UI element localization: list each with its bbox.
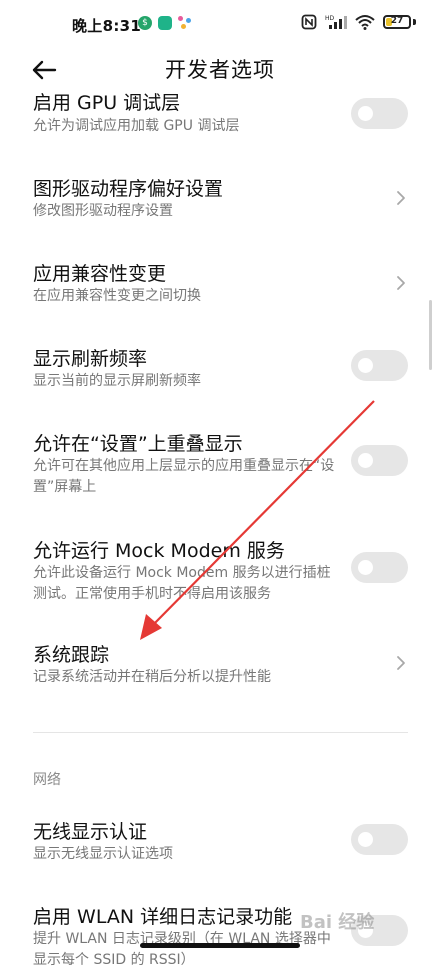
toggle-knob — [358, 453, 373, 468]
home-indicator[interactable] — [140, 943, 300, 948]
setting-title: 系统跟踪 — [33, 644, 110, 666]
battery-icon: 27 — [383, 15, 411, 29]
setting-title: 显示刷新频率 — [33, 348, 148, 370]
status-bar: 晚上8:31 $ HD 27 — [0, 0, 440, 50]
setting-subtitle: 记录系统活动并在稍后分析以提升性能 — [33, 669, 271, 685]
page-title: 开发者选项 — [165, 58, 275, 82]
setting-row-refresh-rate[interactable]: 显示刷新频率 显示当前的显示屏刷新频率 — [0, 340, 440, 400]
battery-tip — [413, 19, 416, 25]
setting-title: 允许在“设置”上重叠显示 — [33, 433, 243, 455]
status-time: 晚上8:31 — [72, 17, 142, 35]
gpu-debug-layer-toggle[interactable] — [351, 98, 408, 129]
app-notification-icon — [158, 16, 172, 30]
setting-title: 图形驱动程序偏好设置 — [33, 178, 224, 200]
chevron-right-icon — [397, 656, 405, 670]
setting-row-gpu-debug-layer[interactable]: 启用 GPU 调试层 允许为调试应用加载 GPU 调试层 — [0, 90, 440, 150]
toggle-knob — [358, 832, 373, 847]
setting-row-system-tracing[interactable]: 系统跟踪 记录系统活动并在稍后分析以提升性能 — [0, 640, 440, 700]
section-label-network: 网络 — [33, 772, 61, 788]
dots-notification-icon — [178, 16, 192, 30]
setting-title: 允许运行 Mock Modem 服务 — [33, 540, 285, 562]
wifi-icon — [355, 15, 375, 30]
setting-row-wireless-display-cert[interactable]: 无线显示认证 显示无线显示认证选项 — [0, 815, 440, 875]
status-right-icons: HD 27 — [301, 14, 416, 30]
setting-title: 无线显示认证 — [33, 821, 148, 843]
setting-title: 启用 WLAN 详细日志记录功能 — [33, 906, 293, 928]
setting-row-graphics-driver[interactable]: 图形驱动程序偏好设置 修改图形驱动程序设置 — [0, 170, 440, 230]
settings-overlay-toggle[interactable] — [351, 445, 408, 476]
scrollbar-thumb[interactable] — [429, 300, 432, 370]
battery-level-text: 27 — [390, 16, 404, 26]
setting-subtitle: 显示无线显示认证选项 — [33, 846, 173, 862]
status-notification-icons: $ — [138, 16, 192, 30]
chevron-right-icon — [397, 276, 405, 290]
watermark-logo: Bai 经验 — [300, 912, 375, 933]
annotation-arrow-head — [140, 614, 162, 640]
setting-subtitle: 允许为调试应用加载 GPU 调试层 — [33, 118, 240, 134]
setting-subtitle: 提升 WLAN 日志记录级别（在 WLAN 选择器中显示每个 SSID 的 RS… — [33, 931, 331, 968]
setting-subtitle: 允许可在其他应用上层显示的应用重叠显示在“设置”屏幕上 — [33, 458, 335, 495]
setting-title: 应用兼容性变更 — [33, 263, 167, 285]
signal-icon: HD — [325, 15, 347, 29]
setting-subtitle: 修改图形驱动程序设置 — [33, 203, 173, 219]
chevron-right-icon — [397, 191, 405, 205]
network-type-label: HD — [325, 15, 335, 22]
setting-subtitle: 显示当前的显示屏刷新频率 — [33, 373, 201, 389]
wireless-display-cert-toggle[interactable] — [351, 824, 408, 855]
toggle-knob — [358, 106, 373, 121]
shield-notification-icon: $ — [138, 16, 152, 30]
mock-modem-toggle[interactable] — [351, 552, 408, 583]
setting-subtitle: 允许此设备运行 Mock Modem 服务以进行插桩测试。正常使用手机时不得启用… — [33, 565, 331, 602]
setting-row-app-compat-changes[interactable]: 应用兼容性变更 在应用兼容性变更之间切换 — [0, 255, 440, 315]
section-divider — [33, 732, 408, 733]
toggle-knob — [358, 560, 373, 575]
toggle-knob — [358, 358, 373, 373]
setting-subtitle: 在应用兼容性变更之间切换 — [33, 288, 201, 304]
nfc-icon — [301, 14, 317, 30]
app-header: 开发者选项 — [0, 50, 440, 90]
setting-row-mock-modem[interactable]: 允许运行 Mock Modem 服务 允许此设备运行 Mock Modem 服务… — [0, 532, 440, 612]
setting-title: 启用 GPU 调试层 — [33, 92, 181, 114]
refresh-rate-toggle[interactable] — [351, 350, 408, 381]
setting-row-settings-overlay[interactable]: 允许在“设置”上重叠显示 允许可在其他应用上层显示的应用重叠显示在“设置”屏幕上 — [0, 425, 440, 505]
